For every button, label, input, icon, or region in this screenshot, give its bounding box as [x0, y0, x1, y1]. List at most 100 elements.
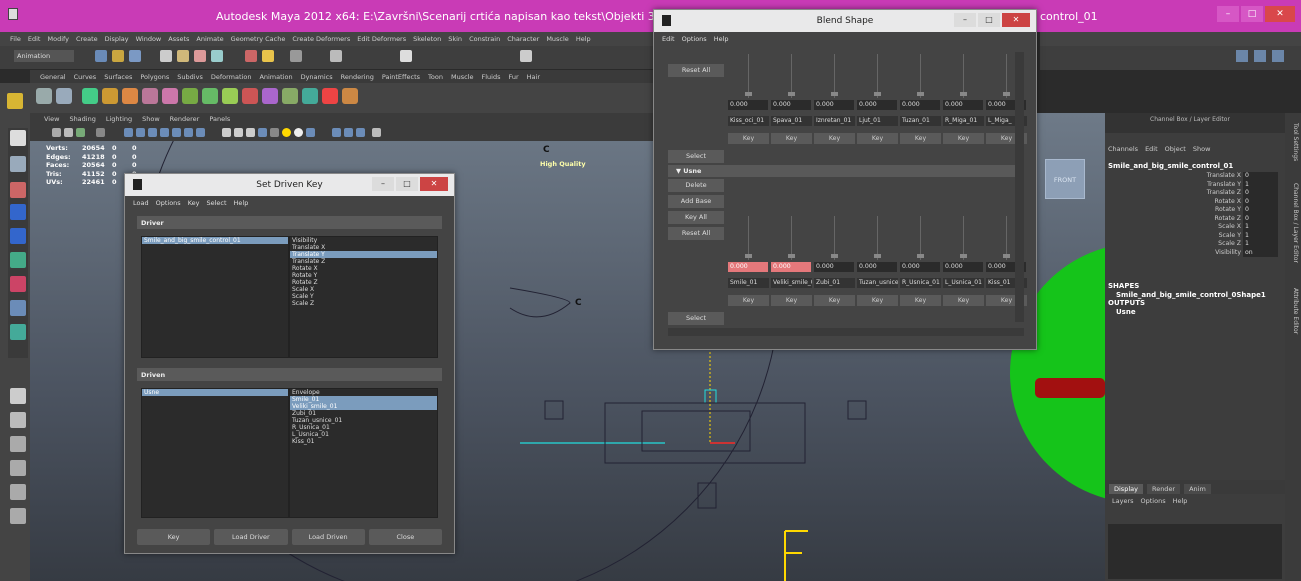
shape-node[interactable]: Smile_and_big_smile_control_0Shape1 — [1108, 291, 1266, 300]
scale-tool-icon[interactable] — [10, 252, 26, 268]
menu-file[interactable]: File — [10, 35, 21, 43]
resolution-gate-icon[interactable] — [148, 128, 157, 137]
channel-attr-visibility[interactable]: Visibility on — [1108, 248, 1278, 257]
shadows-icon[interactable] — [270, 128, 279, 137]
layer-tab-render[interactable]: Render — [1146, 484, 1181, 494]
menu-skeleton[interactable]: Skeleton — [413, 35, 441, 43]
layout-persp-outliner-icon[interactable] — [10, 436, 26, 452]
channel-menu-edit[interactable]: Edit — [1145, 145, 1158, 153]
sdk-menu-options[interactable]: Options — [156, 199, 181, 207]
input-line-icon[interactable] — [400, 50, 412, 62]
driver-attr-translate-y[interactable]: Translate Y — [290, 251, 437, 258]
channel-attr-scale-z[interactable]: Scale Z1 — [1108, 240, 1278, 249]
poly-cone-icon[interactable] — [142, 88, 158, 104]
menu-animate[interactable]: Animate — [196, 35, 223, 43]
shelf-tab-hair[interactable]: Hair — [527, 73, 540, 81]
driven-attr-l-usnica-01[interactable]: L_Usnica_01 — [290, 431, 437, 438]
channel-menu-object[interactable]: Object — [1165, 145, 1186, 153]
shelf-tab-deformation[interactable]: Deformation — [211, 73, 252, 81]
field-chart-icon[interactable] — [172, 128, 181, 137]
sdk-close-button[interactable]: Close — [368, 529, 442, 545]
channel-attr-value[interactable]: 1 — [1243, 240, 1278, 249]
bs-vertical-scrollbar[interactable] — [1015, 52, 1024, 322]
bs-top-key-button[interactable]: Key — [771, 133, 812, 144]
bs-top-slider-handle[interactable] — [745, 92, 752, 96]
joint-tool-icon[interactable] — [282, 88, 298, 104]
shelf-tab-fur[interactable]: Fur — [508, 73, 518, 81]
driven-attr-r-usnica-01[interactable]: R_Usnica_01 — [290, 424, 437, 431]
shelf-tab-painteffects[interactable]: PaintEffects — [382, 73, 420, 81]
bs-usne-weight-field[interactable]: 0.000 — [728, 262, 768, 272]
poly-cube-icon[interactable] — [102, 88, 118, 104]
bs-horizontal-scrollbar[interactable] — [668, 328, 1024, 336]
sdk-load-driver-button[interactable]: Load Driver — [214, 529, 288, 545]
driver-attr-rotate-y[interactable]: Rotate Y — [290, 272, 437, 279]
snap-grid-icon[interactable] — [177, 50, 189, 62]
save-scene-icon[interactable] — [129, 50, 141, 62]
shelf-tab-rendering[interactable]: Rendering — [341, 73, 374, 81]
nurbs-sphere-icon[interactable] — [202, 88, 218, 104]
safe-title-icon[interactable] — [196, 128, 205, 137]
driver-attr-scale-z[interactable]: Scale Z — [290, 300, 437, 307]
bs-top-key-button[interactable]: Key — [728, 133, 769, 144]
mode-selector[interactable]: Animation — [14, 50, 74, 62]
lasso-tool-icon[interactable] — [10, 156, 26, 172]
bs-usne-slider-handle[interactable] — [1003, 254, 1010, 258]
layer-tab-anim[interactable]: Anim — [1184, 484, 1211, 494]
bs-usne-weight-field[interactable]: 0.000 — [771, 262, 811, 272]
menu-display[interactable]: Display — [105, 35, 129, 43]
driven-object-list[interactable]: Usne — [141, 388, 289, 518]
bs-usne-key-button[interactable]: Key — [814, 295, 855, 306]
sdk-menu-help[interactable]: Help — [234, 199, 249, 207]
manipulator-tool-icon[interactable] — [10, 276, 26, 292]
shelf-tab-muscle[interactable]: Muscle — [451, 73, 474, 81]
channel-attr-rotate-x[interactable]: Rotate X0 — [1108, 197, 1278, 206]
side-tab-attribute-editor[interactable]: Attribute Editor — [1287, 288, 1299, 334]
bs-usne-key-button[interactable]: Key — [943, 295, 984, 306]
gate-mask-icon[interactable] — [160, 128, 169, 137]
channel-attr-translate-x[interactable]: Translate X0 — [1108, 172, 1278, 181]
bs-top-weight-field[interactable]: 0.000 — [900, 100, 940, 110]
sdk-menu-key[interactable]: Key — [188, 199, 200, 207]
minimize-button[interactable]: – — [1217, 6, 1239, 22]
paint-select-tool-icon[interactable] — [10, 182, 26, 198]
panel-menu-view[interactable]: View — [44, 115, 59, 123]
channel-attr-value[interactable]: 1 — [1243, 231, 1278, 240]
menu-edit[interactable]: Edit — [28, 35, 41, 43]
wireframe-on-shaded-icon[interactable] — [246, 128, 255, 137]
bs-usne-slider-handle[interactable] — [960, 254, 967, 258]
camera-select-icon[interactable] — [52, 128, 61, 137]
textured-icon[interactable] — [258, 128, 267, 137]
menu-constrain[interactable]: Constrain — [469, 35, 500, 43]
channel-attr-value[interactable]: 0 — [1243, 189, 1278, 198]
channel-menu-channels[interactable]: Channels — [1108, 145, 1138, 153]
bs-usne-slider-handle[interactable] — [831, 254, 838, 258]
bs-top-key-button[interactable]: Key — [900, 133, 941, 144]
bs-top-key-button[interactable]: Key — [814, 133, 855, 144]
sdk-close-button[interactable]: ✕ — [420, 177, 448, 191]
driver-attr-visibility[interactable]: Visibility — [290, 237, 437, 244]
select-tool-icon[interactable] — [10, 130, 26, 146]
menu-window[interactable]: Window — [136, 35, 162, 43]
snap-curve-icon[interactable] — [194, 50, 206, 62]
channel-attr-value[interactable]: 0 — [1243, 197, 1278, 206]
rotate-tool-icon[interactable] — [10, 228, 26, 244]
sdk-menu-select[interactable]: Select — [206, 199, 226, 207]
driver-attr-scale-y[interactable]: Scale Y — [290, 293, 437, 300]
bs-top-weight-field[interactable]: 0.000 — [728, 100, 768, 110]
bs-top-slider-handle[interactable] — [1003, 92, 1010, 96]
lattice-icon[interactable] — [262, 88, 278, 104]
bs-usne-weight-field[interactable]: 0.000 — [814, 262, 854, 272]
view-cube-front[interactable]: FRONT — [1045, 159, 1085, 199]
bs-top-weight-field[interactable]: 0.000 — [814, 100, 854, 110]
panel-menu-shading[interactable]: Shading — [69, 115, 95, 123]
menu-help[interactable]: Help — [576, 35, 591, 43]
poly-torus-icon[interactable] — [162, 88, 178, 104]
isolate-select-icon[interactable] — [332, 128, 341, 137]
bs-usne-slider-handle[interactable] — [788, 254, 795, 258]
shelf-tab-curves[interactable]: Curves — [74, 73, 97, 81]
bs-top-weight-field[interactable]: 0.000 — [771, 100, 811, 110]
menu-geometry-cache[interactable]: Geometry Cache — [231, 35, 286, 43]
paint-tool-icon[interactable] — [342, 88, 358, 104]
channel-attr-translate-z[interactable]: Translate Z0 — [1108, 189, 1278, 198]
